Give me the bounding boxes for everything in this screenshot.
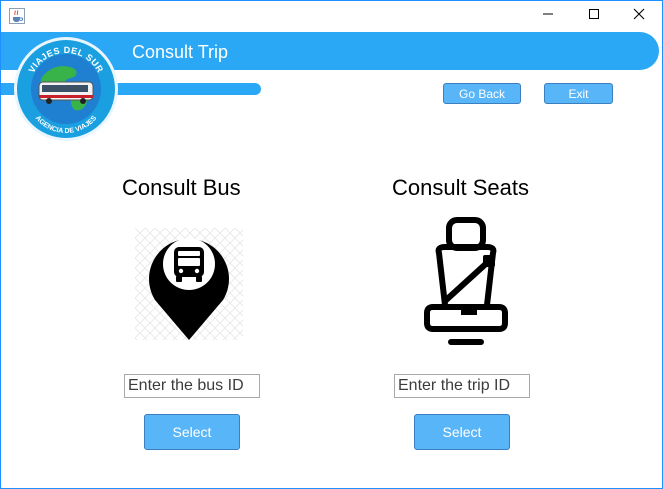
java-cup-icon bbox=[9, 8, 25, 24]
close-button[interactable] bbox=[616, 1, 662, 31]
select-bus-button[interactable]: Select bbox=[144, 414, 240, 450]
bus-id-input[interactable] bbox=[124, 374, 260, 398]
minimize-icon bbox=[542, 7, 554, 25]
maximize-button[interactable] bbox=[571, 1, 617, 31]
maximize-icon bbox=[588, 7, 600, 25]
exit-button[interactable]: Exit bbox=[544, 83, 613, 104]
seat-with-seatbelt-icon bbox=[421, 215, 511, 349]
consult-bus-heading: Consult Bus bbox=[122, 175, 241, 200]
select-seats-button[interactable]: Select bbox=[414, 414, 510, 450]
consult-seats-heading: Consult Seats bbox=[392, 175, 529, 200]
page-title: Consult Trip bbox=[132, 42, 229, 62]
app-window: Consult Trip VIAJES DEL SUR AGENCIA DE V… bbox=[0, 0, 663, 489]
agency-logo: VIAJES DEL SUR AGENCIA DE VIAJES bbox=[13, 36, 119, 142]
close-icon bbox=[633, 7, 645, 25]
minimize-button[interactable] bbox=[525, 1, 571, 31]
go-back-button[interactable]: Go Back bbox=[443, 83, 521, 104]
title-bar[interactable] bbox=[1, 1, 662, 31]
bus-location-pin-icon bbox=[135, 228, 243, 340]
trip-id-input[interactable] bbox=[394, 374, 530, 398]
